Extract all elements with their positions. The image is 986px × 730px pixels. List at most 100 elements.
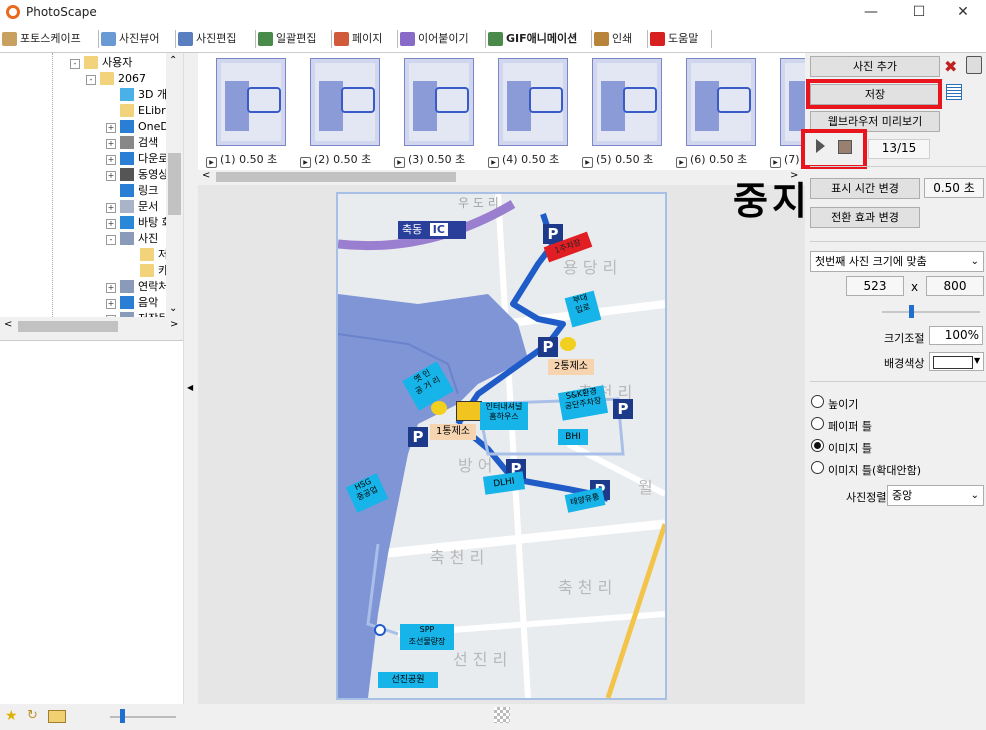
collapse-left-arrow-icon[interactable]: ◀ [187, 383, 193, 392]
strip-scroll-left-icon[interactable]: < [202, 170, 210, 181]
tab-item[interactable]: 일괄편집 [256, 30, 332, 48]
scroll-right-arrow-icon[interactable]: > [170, 319, 178, 330]
frame-thumbnail[interactable] [216, 58, 286, 146]
frame-style-radio-label[interactable]: 페이퍼 틀 [828, 418, 872, 434]
tab-item[interactable]: 이어붙이기 [398, 30, 486, 48]
frame-style-radio[interactable] [811, 461, 824, 474]
tab-item[interactable]: 포토스케이프 [0, 30, 99, 48]
strip-scroll-thumb[interactable] [216, 172, 456, 182]
frame-style-radio-label[interactable]: 이미지 틀 [828, 440, 872, 456]
resize-slider-track[interactable] [882, 311, 980, 313]
tree-expand-toggle[interactable]: + [106, 299, 116, 309]
frame-style-radio[interactable] [811, 395, 824, 408]
scroll-down-arrow-icon[interactable]: ⌄ [169, 303, 177, 314]
tree-expand-toggle[interactable]: + [106, 171, 116, 181]
tree-expand-toggle[interactable]: - [86, 75, 96, 85]
frame-thumbnail[interactable] [592, 58, 662, 146]
frame-caption[interactable]: ▶ (5) 0.50 초 [582, 151, 653, 168]
tree-expand-toggle[interactable]: - [70, 59, 80, 69]
star-icon[interactable]: ★ [5, 708, 18, 724]
tree-item-label: 다운로 [138, 152, 169, 165]
display-time-value: 0.50 초 [924, 178, 984, 198]
frame-thumbnail[interactable] [310, 58, 380, 146]
frame-play-icon[interactable]: ▶ [676, 157, 687, 168]
tree-expand-toggle[interactable]: + [106, 155, 116, 165]
tree-vertical-scrollbar[interactable]: ⌃ ⌄ [166, 53, 183, 317]
close-button[interactable]: ✕ [940, 0, 986, 26]
tree-item-label: 저장된 [138, 311, 168, 317]
list-icon[interactable] [946, 84, 962, 100]
height-field[interactable]: 800 [926, 276, 984, 296]
highlight-playback-box [801, 129, 867, 169]
thumbnail-strip-scrollbar[interactable]: < > [198, 170, 805, 184]
tab-item[interactable]: GIF애니메이션 [486, 30, 592, 48]
tree-expand-toggle[interactable]: + [106, 315, 116, 317]
tree-hscroll-thumb[interactable] [18, 321, 118, 332]
frame-style-radio[interactable] [811, 417, 824, 430]
frame-thumbnail[interactable] [498, 58, 568, 146]
frame-style-radio[interactable] [811, 439, 824, 452]
frame-play-icon[interactable]: ▶ [394, 157, 405, 168]
resize-slider-thumb[interactable] [909, 305, 914, 318]
frame-caption[interactable]: ▶ (1) 0.50 초 [206, 151, 277, 168]
remove-x-icon[interactable]: ✖ [944, 57, 957, 76]
frame-play-icon[interactable]: ▶ [300, 157, 311, 168]
tab-item[interactable]: 페이지 [332, 30, 398, 48]
frame-play-icon[interactable]: ▶ [770, 157, 781, 168]
frame-caption[interactable]: ▶ (4) 0.50 초 [488, 151, 559, 168]
transparent-bg-icon[interactable] [494, 707, 510, 723]
refresh-icon[interactable]: ↻ [27, 708, 38, 723]
folder-tree[interactable]: - 사용자 -2067 3D 개 ELibr + OneD + 검색 + 다운로 + 동영상 링크 + 문서 +… [0, 53, 183, 317]
tree-expand-toggle[interactable]: + [106, 139, 116, 149]
tree-horizontal-scrollbar[interactable]: < > [0, 318, 183, 335]
width-field[interactable]: 523 [846, 276, 904, 296]
trash-icon[interactable] [966, 56, 982, 74]
tree-expand-toggle[interactable]: + [106, 219, 116, 229]
frame-thumbnail-strip[interactable]: ▶ (1) 0.50 초 ▶ (2) 0.50 초 ▶ (3) 0.50 초 ▶ (4) 0.… [198, 53, 805, 170]
file-list-panel[interactable] [0, 340, 183, 705]
align-select[interactable]: 중앙 ⌄ [887, 485, 984, 506]
frame-style-radio-label[interactable]: 이미지 틀(확대안함) [828, 462, 921, 478]
zoom-slider-thumb[interactable] [120, 709, 125, 723]
panel-splitter[interactable]: ◀ [183, 53, 198, 704]
maximize-button[interactable]: ☐ [896, 0, 942, 26]
left-bottom-toolbar: ★ ↻ [0, 704, 197, 730]
tree-vscroll-thumb[interactable] [168, 153, 181, 215]
tree-expand-toggle[interactable]: + [106, 123, 116, 133]
frame-caption[interactable]: ▶ (2) 0.50 초 [300, 151, 371, 168]
frame-thumbnail[interactable] [404, 58, 474, 146]
frame-play-icon[interactable]: ▶ [488, 157, 499, 168]
resize-value-field[interactable]: 100% [929, 326, 983, 345]
thumbnail-water [413, 81, 437, 131]
tree-expand-toggle[interactable]: - [106, 235, 116, 245]
tab-item[interactable]: 사진편집 [176, 30, 256, 48]
frame-caption[interactable]: ▶(7) 0.50 초 [770, 151, 805, 168]
scroll-left-arrow-icon[interactable]: < [4, 319, 12, 330]
change-transition-button[interactable]: 전환 효과 변경 [810, 207, 920, 228]
tab-item[interactable]: 도움말 [648, 30, 712, 48]
open-folder-icon[interactable] [48, 710, 66, 723]
folder-icon [84, 56, 98, 69]
bgcolor-picker[interactable]: ▼ [929, 352, 984, 371]
frame-style-radio-label[interactable]: 높이기 [828, 396, 858, 412]
change-display-time-button[interactable]: 표시 시간 변경 [810, 178, 920, 199]
frame-play-icon[interactable]: ▶ [206, 157, 217, 168]
size-fit-select[interactable]: 첫번째 사진 크기에 맞춤 ⌄ [810, 251, 984, 272]
scroll-up-arrow-icon[interactable]: ⌃ [169, 55, 177, 66]
tree-item-label: 2067 [118, 72, 146, 85]
thumbnail-water [507, 81, 531, 131]
frame-caption[interactable]: ▶ (6) 0.50 초 [676, 151, 748, 168]
frame-thumbnail[interactable] [686, 58, 756, 146]
chevron-down-icon: ▼ [974, 356, 981, 365]
add-photo-button[interactable]: 사진 추가 [810, 56, 940, 77]
divider [810, 381, 986, 382]
frame-caption-text: (6) 0.50 초 [690, 153, 748, 166]
thumbnail-route [341, 87, 375, 113]
minimize-button[interactable]: — [848, 0, 894, 26]
frame-play-icon[interactable]: ▶ [582, 157, 593, 168]
tab-item[interactable]: 인쇄 [592, 30, 648, 48]
tab-item[interactable]: 사진뷰어 [99, 30, 176, 48]
tree-expand-toggle[interactable]: + [106, 283, 116, 293]
frame-caption[interactable]: ▶ (3) 0.50 초 [394, 151, 465, 168]
tree-expand-toggle[interactable]: + [106, 203, 116, 213]
